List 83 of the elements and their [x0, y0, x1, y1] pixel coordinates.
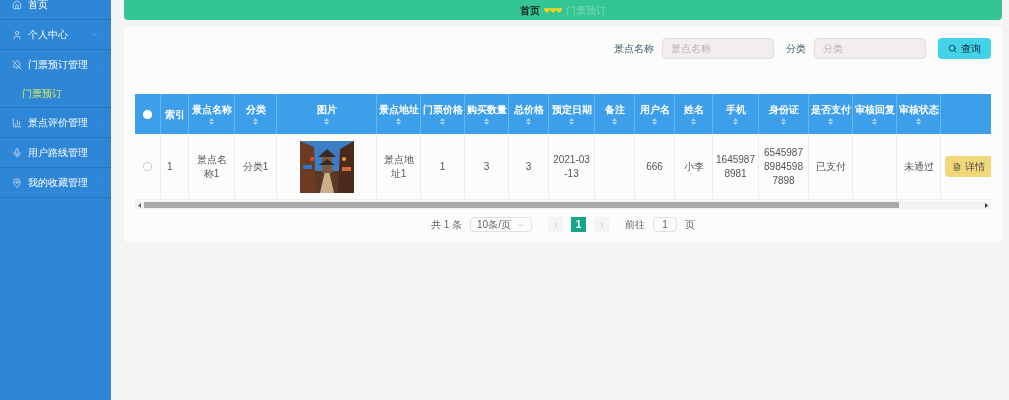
scroll-right-icon[interactable] — [982, 202, 991, 208]
table-cell: 已支付 — [815, 159, 846, 174]
sort-icon[interactable] — [396, 118, 401, 125]
next-page-button[interactable] — [594, 217, 610, 232]
sort-icon[interactable] — [828, 118, 833, 125]
header-checkbox[interactable] — [143, 109, 152, 119]
column-header[interactable]: 备注 — [604, 103, 625, 116]
previous-page-button[interactable] — [548, 217, 564, 232]
field-label: 景点名称 — [614, 42, 654, 56]
field-label: 分类 — [786, 42, 806, 56]
column-header[interactable]: 姓名 — [683, 103, 704, 116]
column-header[interactable]: 手机 — [725, 103, 746, 116]
scroll-left-icon[interactable] — [135, 202, 144, 208]
page-button[interactable]: 1 — [571, 217, 587, 232]
breadcrumb-item: 门票预订 — [566, 3, 606, 18]
column-header[interactable]: 身份证 — [768, 103, 799, 116]
column-header[interactable]: 索引 — [164, 107, 185, 121]
table-cell: 666 — [646, 159, 663, 174]
chart-icon — [12, 117, 22, 128]
sidebar-item[interactable]: 用户路线管理 — [0, 138, 111, 167]
sort-icon[interactable] — [691, 118, 696, 125]
column-header[interactable]: 预定日期 — [551, 103, 592, 116]
column-header[interactable]: 景点地址 — [378, 103, 419, 116]
table-cell-text: 景点名称1 — [195, 152, 228, 181]
column-header[interactable]: 审核状态 — [898, 103, 939, 116]
column-header[interactable]: 总价格 — [513, 103, 544, 116]
table-cell: 分类1 — [242, 159, 269, 174]
column-header[interactable]: 是否支付 — [810, 103, 851, 116]
total-count: 共 1 条 — [430, 218, 463, 232]
breadcrumb-item[interactable]: 首页 — [520, 2, 540, 18]
page-input[interactable]: 1 — [653, 217, 678, 232]
table-cell: 小李 — [683, 159, 704, 174]
column-header[interactable]: 购买数量 — [466, 103, 507, 116]
sort-icon[interactable] — [733, 118, 738, 125]
sort-icon[interactable] — [324, 118, 329, 125]
sort-icon[interactable] — [253, 118, 258, 125]
sort-icon[interactable] — [916, 118, 921, 125]
column-header[interactable]: 审核回复 — [854, 103, 895, 116]
page-suffix: 页 — [685, 218, 696, 232]
horizontal-scrollbar[interactable] — [135, 201, 991, 209]
submenu-item[interactable]: 门票预订 — [0, 79, 111, 107]
sidebar-item[interactable]: 景点评价管理 — [0, 108, 111, 137]
sort-icon[interactable] — [872, 118, 877, 125]
table-cell: 1 — [167, 159, 173, 174]
pin-icon — [12, 177, 22, 188]
sort-icon[interactable] — [781, 118, 786, 125]
sidebar-item[interactable]: 我的收藏管理 — [0, 168, 111, 197]
sidebar-item[interactable]: 门票预订管理 — [0, 50, 111, 79]
table-cell: 未通过 — [903, 159, 934, 174]
sort-icon[interactable] — [569, 118, 574, 125]
sort-icon[interactable] — [484, 118, 489, 125]
row-checkbox[interactable] — [143, 162, 152, 171]
detail-button[interactable]: 详情 — [945, 156, 991, 177]
document-icon — [953, 162, 961, 171]
table-cell-text: 景点地址1 — [382, 152, 415, 181]
sort-icon[interactable] — [440, 118, 445, 125]
table-cell: 1 — [439, 159, 446, 174]
goto-label: 前往 — [625, 218, 646, 232]
home-icon — [12, 0, 22, 10]
microphone-icon — [12, 147, 22, 158]
sidebar-item[interactable]: 首页 — [0, 0, 111, 19]
sort-icon[interactable] — [612, 118, 617, 125]
table-cell: 2021-03-13 — [552, 152, 591, 181]
sort-icon[interactable] — [209, 118, 214, 125]
search-button[interactable]: 查询 — [938, 38, 991, 59]
bell-off-icon — [12, 59, 22, 70]
table-cell-text: 654598789845987898 — [763, 145, 804, 188]
sidebar-item[interactable]: 个人中心 — [0, 20, 111, 49]
hearts-icon — [544, 7, 562, 13]
search-icon — [948, 44, 957, 53]
column-header[interactable]: 门票价格 — [422, 103, 463, 116]
column-header[interactable]: 用户名 — [639, 103, 670, 116]
page-size-select[interactable]: 10条/页 — [470, 217, 533, 232]
column-header[interactable]: 图片 — [316, 103, 337, 116]
sort-icon[interactable] — [526, 118, 531, 125]
chevron-down-icon — [90, 30, 99, 39]
column-header[interactable]: 景点名称 — [191, 103, 232, 116]
table-cell: 3 — [525, 159, 532, 174]
table-cell: 16459878981 — [716, 152, 755, 181]
sort-icon[interactable] — [652, 118, 657, 125]
column-header[interactable]: 分类 — [245, 103, 266, 116]
table-cell: 3 — [483, 159, 490, 174]
user-icon — [12, 29, 22, 40]
